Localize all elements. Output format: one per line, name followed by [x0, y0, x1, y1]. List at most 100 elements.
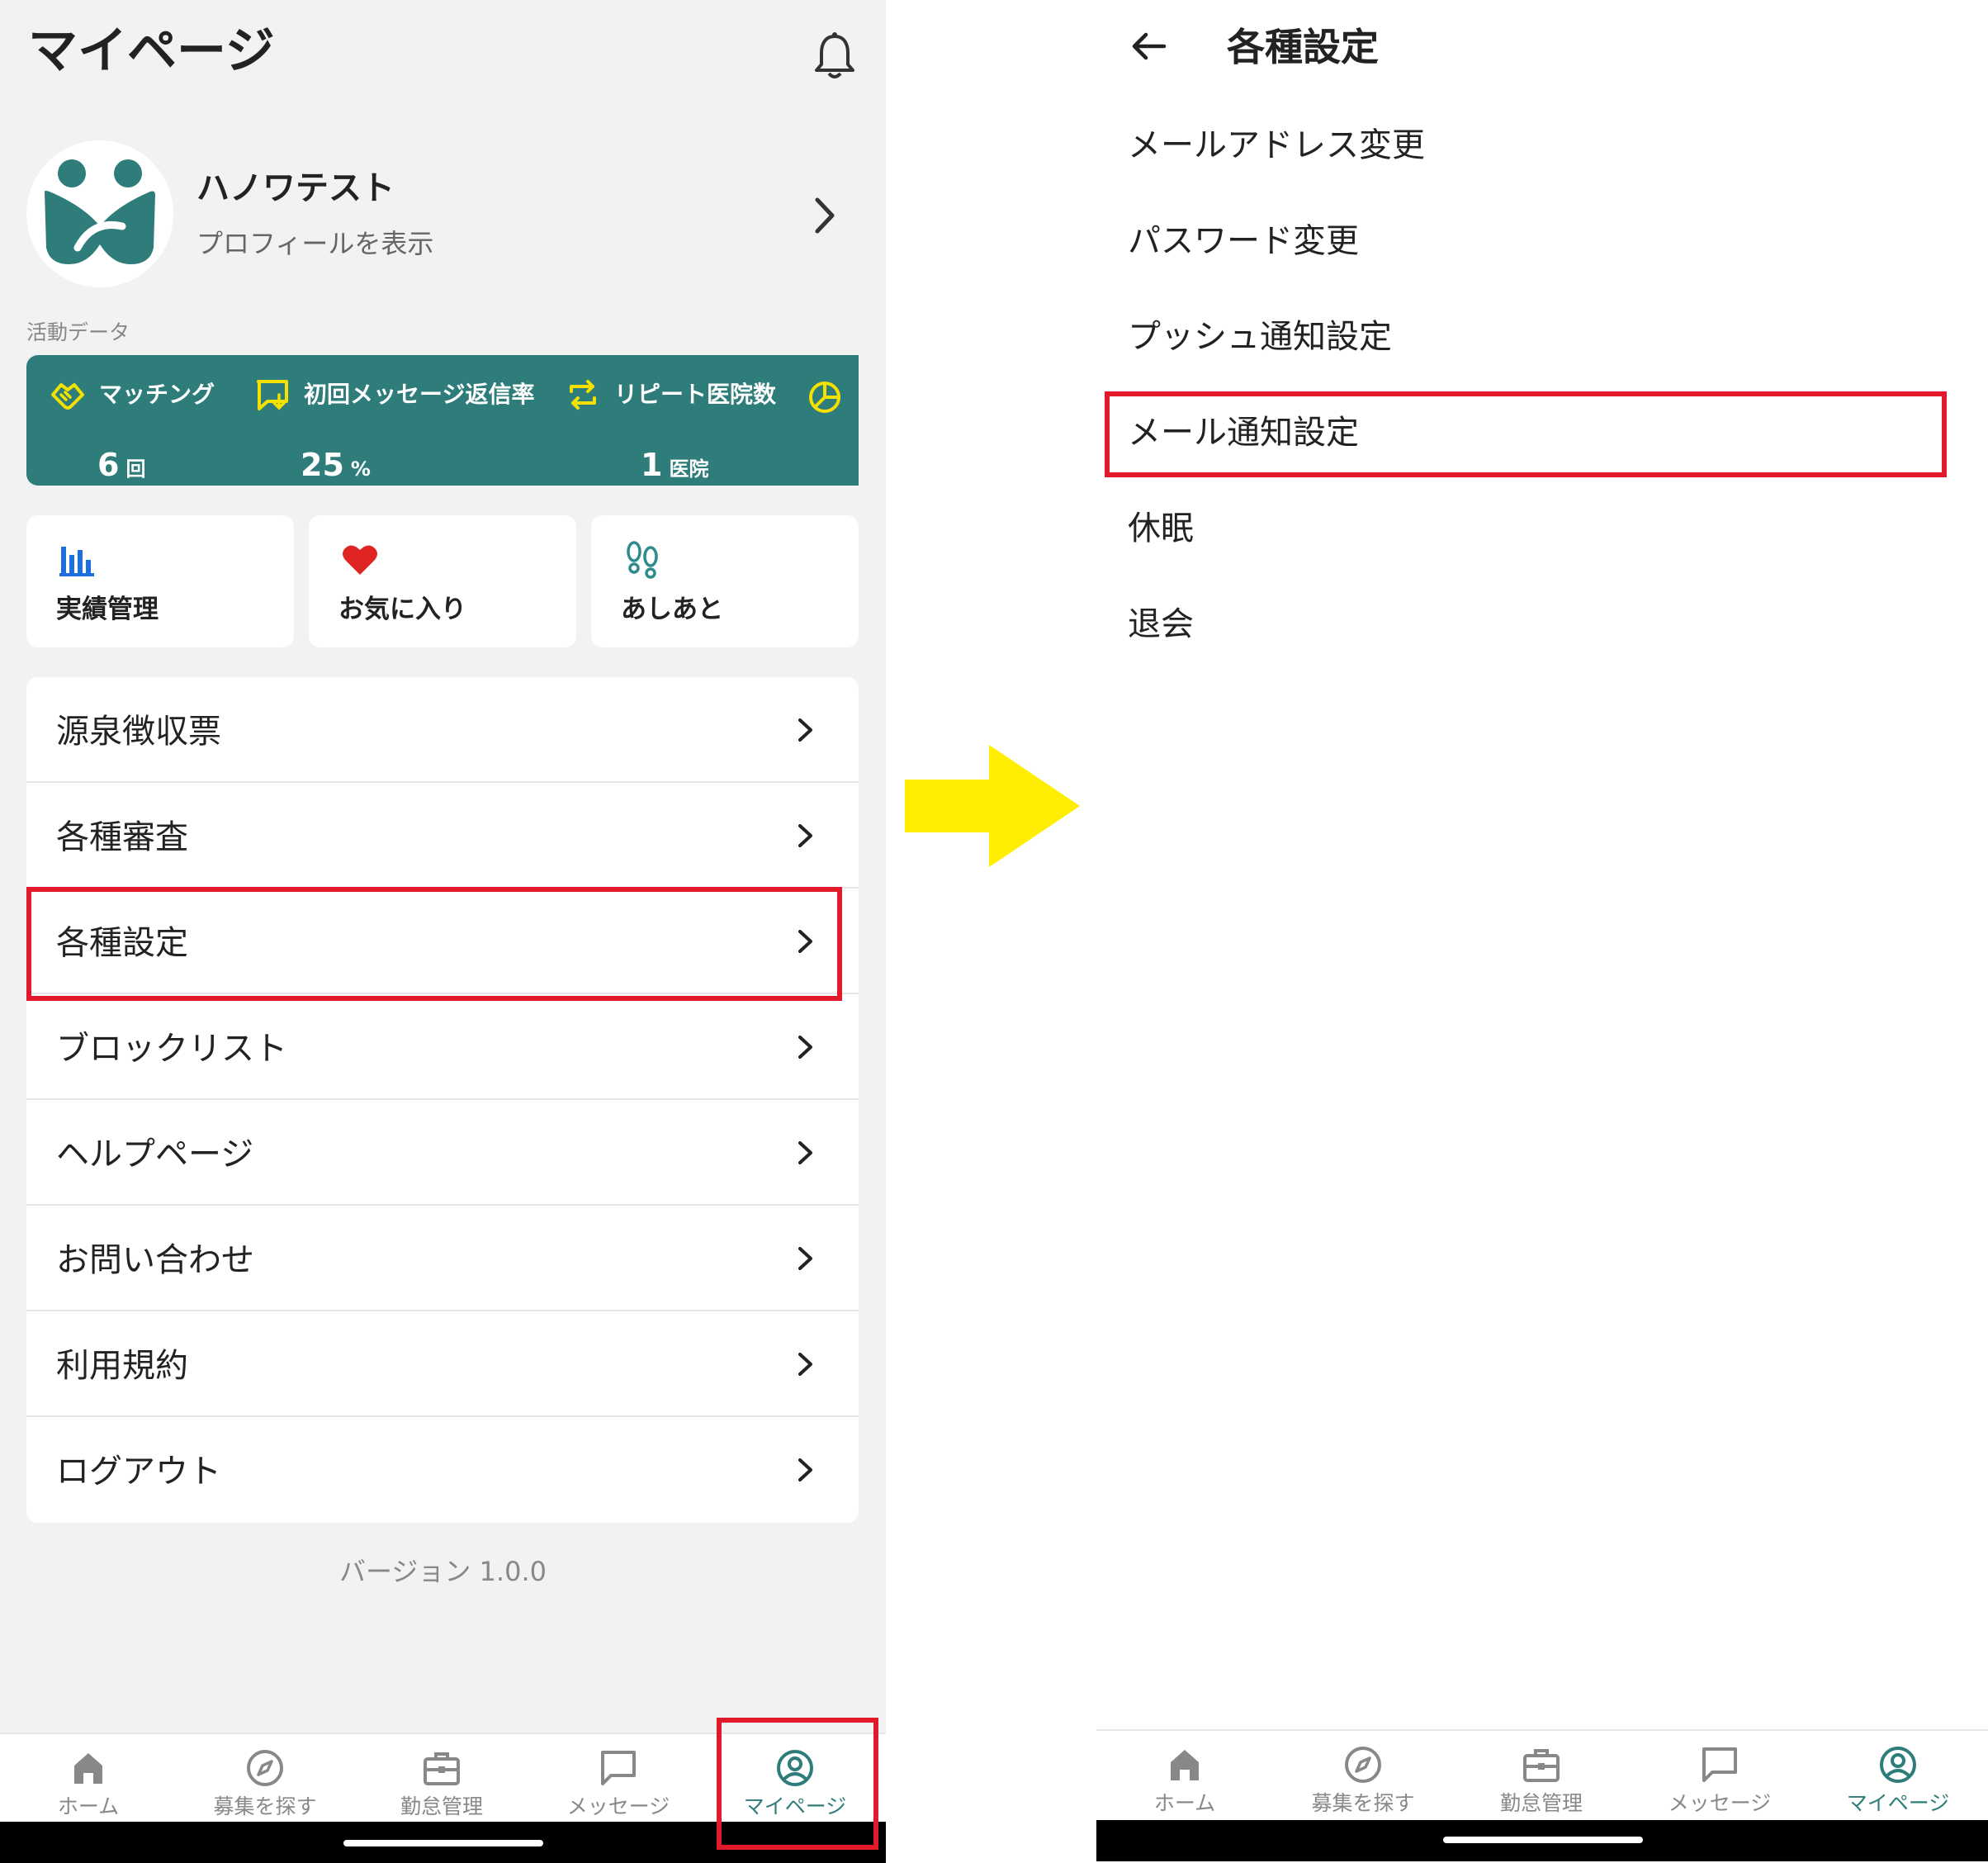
brand-logo-icon	[45, 159, 155, 264]
chevron-right-icon	[798, 824, 812, 847]
card-footprints[interactable]: あしあと	[591, 515, 859, 647]
heart-icon	[343, 545, 377, 575]
stat-value: 1 医院	[641, 447, 709, 483]
tab-label: 募集を探す	[1311, 1791, 1415, 1815]
card-label: あしあと	[621, 595, 723, 624]
stat-value: 25%	[301, 447, 371, 483]
chevron-right-icon[interactable]	[809, 195, 842, 236]
tab-home[interactable]: ホーム	[0, 1734, 177, 1823]
menu-item-label: 各種審査	[56, 818, 188, 856]
settings-screen: 各種設定 メールアドレス変更 パスワード変更 プッシュ通知設定 メール通知設定 …	[1096, 0, 1988, 1863]
chevron-right-icon	[798, 1141, 812, 1164]
pie-chart-icon	[809, 382, 840, 413]
chevron-right-icon	[798, 1036, 812, 1059]
home-indicator[interactable]	[1443, 1837, 1643, 1843]
chevron-right-icon	[798, 718, 812, 742]
page-title: マイページ	[28, 22, 275, 80]
card-favorites[interactable]: お気に入り	[309, 515, 576, 647]
compass-icon	[247, 1750, 283, 1786]
card-performance[interactable]: 実績管理	[26, 515, 294, 647]
back-arrow-icon[interactable]	[1128, 25, 1171, 68]
tab-label: メッセージ	[1668, 1791, 1772, 1815]
transition-arrow-icon	[905, 745, 1080, 867]
bottom-tab-bar: ホーム 募集を探す 勤怠管理 メッセージ マイページ	[1096, 1729, 1988, 1818]
tab-label: マイページ	[1846, 1791, 1950, 1815]
briefcase-icon	[424, 1752, 460, 1785]
settings-item-email-notifications[interactable]: メール通知設定	[1128, 410, 1359, 456]
menu-item-withholding-slip[interactable]: 源泉徴収票	[26, 677, 859, 783]
menu-item-label: ヘルプページ	[56, 1135, 254, 1173]
user-circle-icon	[777, 1750, 813, 1786]
user-circle-icon	[1880, 1747, 1916, 1783]
system-nav-bar	[0, 1822, 886, 1863]
repeat-icon	[570, 380, 596, 410]
home-indicator[interactable]	[343, 1840, 543, 1846]
home-icon	[74, 1753, 102, 1784]
settings-item-email-change[interactable]: メールアドレス変更	[1128, 122, 1425, 168]
menu-item-contact[interactable]: お問い合わせ	[26, 1206, 859, 1311]
reply-icon	[257, 380, 288, 410]
tab-search-jobs[interactable]: 募集を探す	[1275, 1731, 1451, 1820]
chevron-right-icon	[798, 930, 812, 953]
compass-icon	[1345, 1747, 1381, 1783]
stat-label: 初回メッセージ返信率	[304, 381, 535, 408]
activity-data-label: 活動データ	[26, 320, 130, 344]
mypage-menu-list: 源泉徴収票 各種審査 各種設定 ブロックリスト ヘルプページ お問い合わせ 利用…	[26, 677, 859, 1523]
menu-item-block-list[interactable]: ブロックリスト	[26, 994, 859, 1100]
activity-stats-panel[interactable]: マッチング 6回 初回メッセージ返信率 25% リピート医院数 1 医院	[26, 355, 859, 486]
tab-label: 募集を探す	[213, 1794, 317, 1818]
tab-mypage[interactable]: マイページ	[1810, 1731, 1986, 1820]
stat-value: 6回	[97, 447, 146, 483]
menu-item-logout[interactable]: ログアウト	[26, 1417, 859, 1523]
settings-item-password-change[interactable]: パスワード変更	[1128, 218, 1359, 264]
chat-icon	[1702, 1747, 1737, 1782]
version-text: バージョン 1.0.0	[339, 1556, 547, 1587]
chevron-right-icon	[798, 1458, 812, 1481]
tab-search-jobs[interactable]: 募集を探す	[177, 1734, 353, 1823]
bar-chart-icon	[59, 547, 94, 576]
stat-label: リピート医院数	[614, 381, 777, 408]
settings-item-withdraw[interactable]: 退会	[1128, 601, 1194, 647]
menu-item-label: お問い合わせ	[56, 1241, 254, 1279]
menu-item-label: 各種設定	[56, 924, 188, 962]
tab-mypage[interactable]: マイページ	[707, 1734, 883, 1823]
menu-item-label: ブロックリスト	[56, 1030, 287, 1068]
chat-icon	[601, 1751, 636, 1785]
chevron-right-icon	[798, 1247, 812, 1270]
bottom-tab-bar: ホーム 募集を探す 勤怠管理 メッセージ マイページ	[0, 1733, 886, 1822]
tab-label: マイページ	[743, 1794, 847, 1818]
menu-item-screenings[interactable]: 各種審査	[26, 783, 859, 889]
home-icon	[1171, 1750, 1199, 1780]
stat-label: マッチング	[99, 381, 215, 408]
profile-name: ハノワテスト	[196, 169, 395, 207]
card-label: 実績管理	[56, 595, 159, 624]
menu-item-label: 利用規約	[56, 1347, 188, 1385]
bell-icon[interactable]	[813, 31, 856, 81]
tab-messages[interactable]: メッセージ	[530, 1734, 707, 1823]
menu-item-settings[interactable]: 各種設定	[26, 889, 859, 994]
settings-item-dormant[interactable]: 休眠	[1128, 505, 1194, 552]
briefcase-icon	[1523, 1749, 1560, 1782]
menu-item-label: ログアウト	[56, 1453, 221, 1491]
avatar	[26, 140, 173, 287]
tab-attendance[interactable]: 勤怠管理	[353, 1734, 530, 1823]
tab-label: ホーム	[57, 1794, 120, 1818]
tab-label: 勤怠管理	[1499, 1791, 1583, 1815]
mypage-screen: マイページ ハノワテスト プロフィールを表示 活動データ マッチング 6 回 初…	[0, 0, 886, 1863]
settings-item-push-notifications[interactable]: プッシュ通知設定	[1128, 314, 1392, 360]
page-title: 各種設定	[1227, 25, 1379, 69]
handshake-icon	[51, 383, 84, 410]
tab-home[interactable]: ホーム	[1096, 1731, 1273, 1820]
chevron-right-icon	[798, 1353, 812, 1376]
menu-item-help[interactable]: ヘルプページ	[26, 1100, 859, 1206]
profile-link-text[interactable]: プロフィールを表示	[196, 225, 433, 263]
tab-messages[interactable]: メッセージ	[1631, 1731, 1808, 1820]
tab-label: ホーム	[1153, 1791, 1216, 1815]
tab-attendance[interactable]: 勤怠管理	[1453, 1731, 1630, 1820]
footprints-icon	[627, 541, 658, 579]
tab-label: 勤怠管理	[400, 1794, 483, 1818]
tab-label: メッセージ	[566, 1794, 670, 1818]
menu-item-label: 源泉徴収票	[56, 713, 221, 751]
card-label: お気に入り	[338, 595, 466, 624]
menu-item-terms[interactable]: 利用規約	[26, 1311, 859, 1417]
